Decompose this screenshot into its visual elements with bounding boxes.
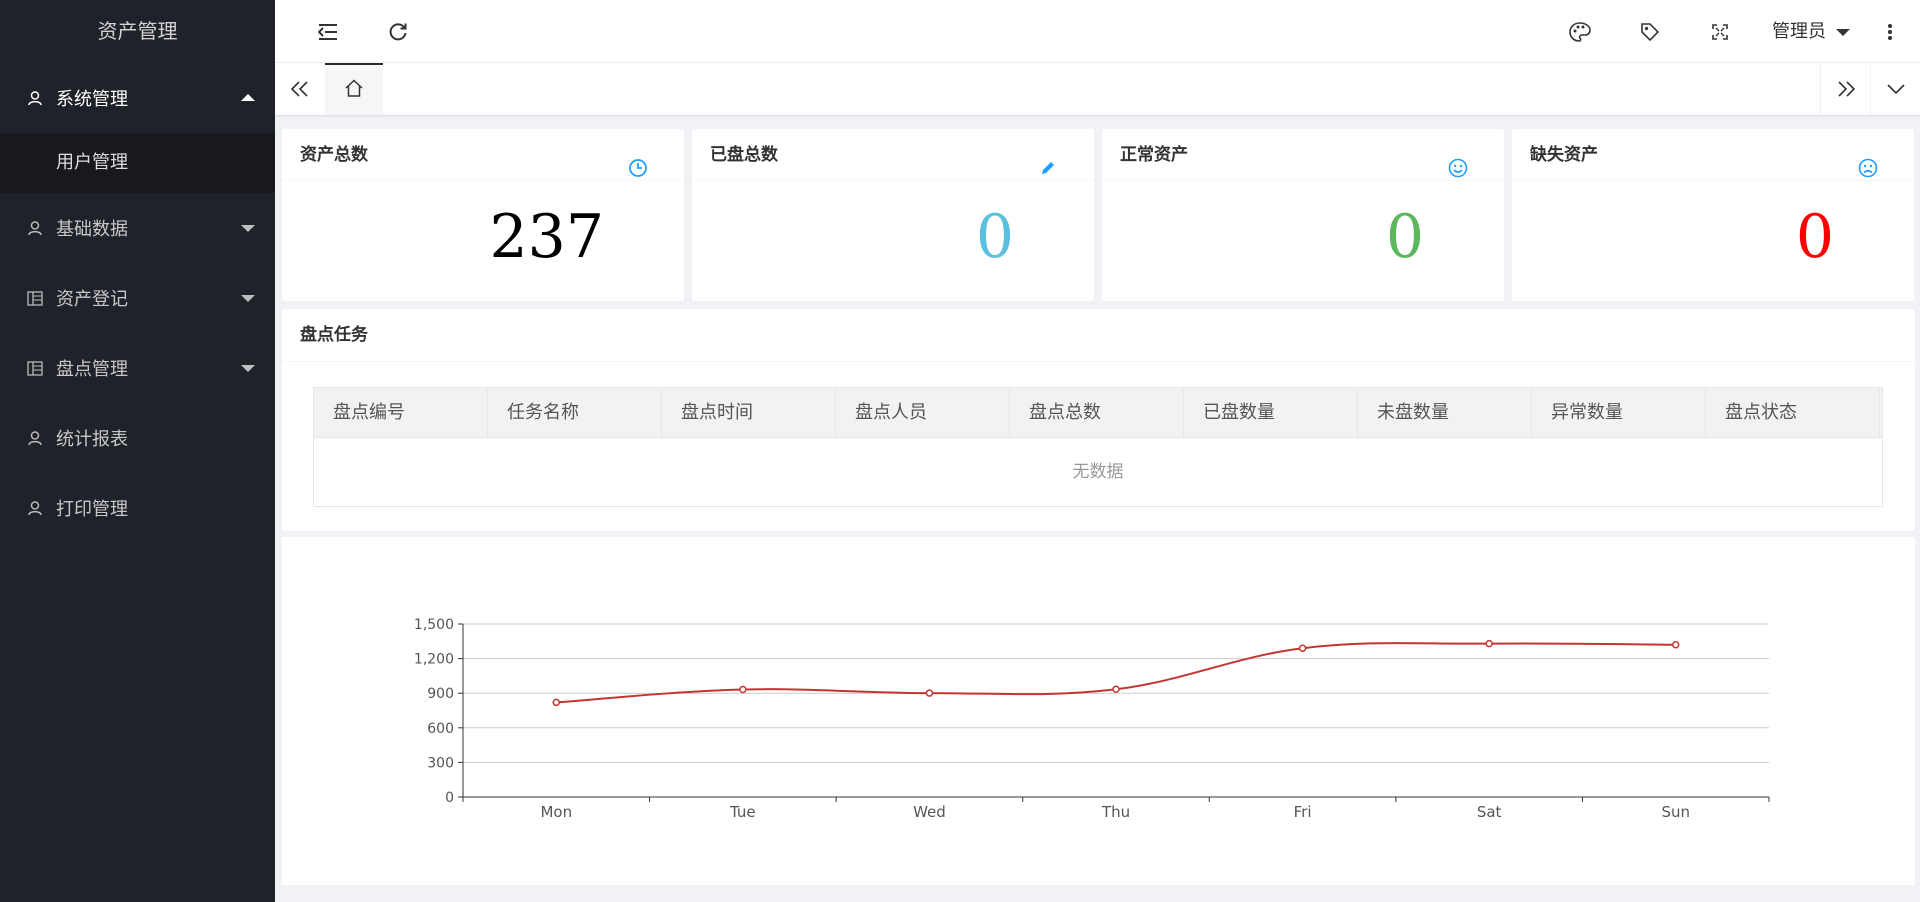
smile-icon [1448, 147, 1468, 178]
sidebar: 资产管理 系统管理 用户管理 基础数据 资产登记 盘点管理 统计报表 打印管理 [0, 0, 275, 902]
user-icon [26, 219, 44, 237]
top-header: 管理员 [275, 0, 1920, 63]
data-point [1112, 685, 1120, 694]
series-points [552, 639, 1680, 707]
more-icon[interactable] [1870, 0, 1910, 63]
card-title: 正常资产 [1120, 145, 1188, 165]
card-value: 0 [975, 202, 1014, 272]
fullscreen-icon[interactable] [1697, 0, 1743, 63]
column-header[interactable]: 盘点编号 [314, 388, 488, 437]
sidebar-item-basic-data[interactable]: 基础数据 [0, 193, 275, 263]
y-tick-label: 0 [445, 790, 454, 806]
x-tick-label: Mon [540, 803, 572, 821]
sad-icon [1858, 147, 1878, 178]
table-header: 盘点编号 任务名称 盘点时间 盘点人员 盘点总数 已盘数量 未盘数量 异常数量 … [314, 388, 1882, 438]
x-tick-label: Wed [913, 803, 946, 821]
tabs-prev-icon[interactable] [275, 63, 325, 115]
data-point [1298, 644, 1307, 652]
y-tick-label: 900 [427, 686, 454, 702]
user-name: 管理员 [1772, 21, 1826, 42]
sidebar-item-system[interactable]: 系统管理 [0, 63, 275, 133]
sidebar-item-label: 系统管理 [56, 89, 128, 110]
x-tick-label: Sat [1477, 803, 1502, 821]
user-menu[interactable]: 管理员 [1772, 0, 1850, 63]
sidebar-item-inventory[interactable]: 盘点管理 [0, 333, 275, 403]
data-point [1671, 641, 1680, 649]
tabs-next-icon[interactable] [1820, 63, 1870, 115]
tabs-dropdown-icon[interactable] [1870, 63, 1920, 115]
column-header[interactable]: 未盘数量 [1358, 388, 1532, 437]
stat-card-total: 资产总数 237 [282, 129, 684, 301]
refresh-icon[interactable] [375, 0, 421, 63]
tabs-bar [275, 63, 1920, 115]
stat-card-checked: 已盘总数 0 [692, 129, 1094, 301]
line-chart: 0 300 600 900 1,200 1,500 Mon Tue Wed Thu Fri Sat S… [414, 617, 1770, 821]
user-icon [26, 499, 44, 517]
tab-home[interactable] [325, 63, 383, 115]
y-tick-label: 1,500 [414, 617, 454, 633]
x-tick-label: Tue [729, 803, 756, 821]
data-point [925, 689, 934, 697]
caret-down-icon [241, 295, 255, 302]
x-tick-label: Fri [1294, 803, 1312, 821]
sidebar-item-label: 基础数据 [56, 219, 128, 240]
data-point [1485, 639, 1493, 648]
column-header[interactable]: 盘点时间 [662, 388, 836, 437]
caret-down-icon [1835, 28, 1850, 36]
x-tick-label: Sun [1661, 803, 1690, 821]
app-title: 资产管理 [97, 19, 178, 43]
card-title: 资产总数 [300, 145, 368, 165]
menu-fold-icon[interactable] [305, 0, 351, 63]
column-header[interactable]: 已盘数量 [1184, 388, 1358, 437]
column-header[interactable]: 盘点人员 [836, 388, 1010, 437]
x-tick-label: Thu [1101, 803, 1130, 821]
card-title: 缺失资产 [1530, 145, 1598, 165]
card-title: 已盘总数 [710, 145, 778, 165]
clock-icon [628, 147, 648, 177]
caret-down-icon [241, 365, 255, 372]
sidebar-item-label: 打印管理 [56, 499, 128, 520]
caret-down-icon [241, 225, 255, 232]
data-point [552, 698, 561, 707]
column-header[interactable]: 盘点总数 [1010, 388, 1184, 437]
sidebar-item-label: 资产登记 [56, 289, 128, 310]
sidebar-item-asset-register[interactable]: 资产登记 [0, 263, 275, 333]
stat-card-missing: 缺失资产 0 [1512, 129, 1914, 301]
sidebar-item-print[interactable]: 打印管理 [0, 473, 275, 543]
sidebar-item-label: 盘点管理 [56, 359, 128, 380]
y-tick-label: 300 [427, 755, 454, 771]
x-axis: Mon Tue Wed Thu Fri Sat Sun [462, 624, 1770, 821]
card-value: 237 [489, 202, 604, 272]
user-icon [26, 429, 44, 447]
y-axis-labels: 0 300 600 900 1,200 1,500 [414, 617, 463, 806]
sidebar-item-reports[interactable]: 统计报表 [0, 403, 275, 473]
card-value: 0 [1385, 202, 1424, 272]
chart-panel: 0 300 600 900 1,200 1,500 Mon Tue Wed Thu Fri Sat S… [282, 537, 1915, 885]
panel-title: 盘点任务 [282, 309, 1915, 362]
column-header[interactable]: 异常数量 [1532, 388, 1706, 437]
theme-icon[interactable] [1557, 0, 1603, 63]
caret-up-icon [241, 94, 255, 101]
sidebar-subitem-users[interactable]: 用户管理 [0, 133, 275, 193]
table-icon [26, 359, 44, 377]
card-value: 0 [1795, 202, 1834, 272]
stat-card-normal: 正常资产 0 [1102, 129, 1504, 301]
empty-text: 无数据 [1072, 462, 1124, 482]
table-icon [26, 289, 44, 307]
edit-icon [1038, 147, 1058, 174]
sidebar-item-label: 统计报表 [56, 429, 128, 450]
y-tick-label: 600 [427, 721, 454, 737]
data-point [739, 685, 747, 694]
home-icon [344, 79, 364, 101]
task-table: 盘点编号 任务名称 盘点时间 盘点人员 盘点总数 已盘数量 未盘数量 异常数量 … [313, 387, 1883, 507]
column-header[interactable]: 任务名称 [488, 388, 662, 437]
tag-icon[interactable] [1627, 0, 1673, 63]
y-tick-label: 1,200 [414, 652, 454, 668]
user-icon [26, 89, 44, 107]
column-header[interactable]: 盘点状态 [1706, 388, 1880, 437]
